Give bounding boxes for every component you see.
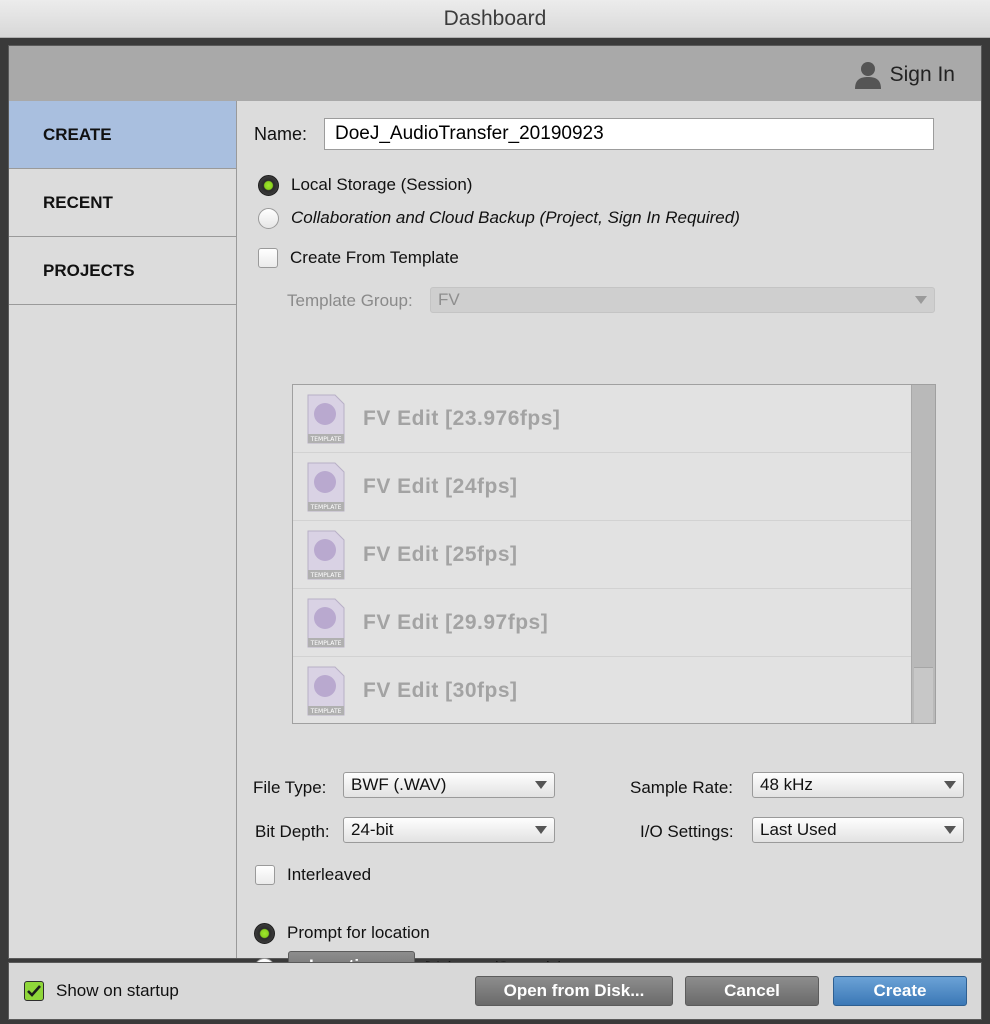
interleaved-option[interactable]: Interleaved — [255, 862, 371, 888]
template-name: FV Edit [29.97fps] — [363, 610, 549, 634]
cloud-storage-option[interactable]: Collaboration and Cloud Backup (Project,… — [258, 205, 740, 231]
show-on-startup-checkbox[interactable] — [24, 981, 44, 1001]
create-from-template-label: Create From Template — [290, 248, 459, 267]
template-row[interactable]: TEMPLATE FV Edit [25fps] — [293, 521, 935, 589]
chevron-down-icon — [535, 781, 547, 789]
sign-in-label: Sign In — [889, 63, 955, 86]
sidebar: CREATE RECENT PROJECTS — [9, 101, 237, 958]
template-badge: TEMPLATE — [310, 640, 342, 647]
file-type-value: BWF (.WAV) — [351, 775, 447, 794]
show-on-startup-option[interactable]: Show on startup — [24, 979, 179, 1003]
scrollbar-thumb[interactable] — [914, 667, 933, 723]
create-from-template-option[interactable]: Create From Template — [258, 245, 459, 271]
interleaved-checkbox[interactable] — [255, 865, 275, 885]
sample-rate-label: Sample Rate: — [630, 778, 733, 797]
template-group-select[interactable]: FV — [430, 287, 935, 313]
template-list: TEMPLATE FV Edit [23.976fps] TEMPLATE FV… — [292, 384, 936, 724]
sidebar-item-recent[interactable]: RECENT — [9, 169, 236, 237]
name-label: Name: — [254, 123, 308, 144]
cloud-storage-radio[interactable] — [258, 207, 279, 229]
show-on-startup-label: Show on startup — [56, 981, 179, 1000]
checkmark-icon — [27, 985, 41, 997]
prompt-location-radio[interactable] — [254, 922, 275, 944]
template-row[interactable]: TEMPLATE FV Edit [29.97fps] — [293, 589, 935, 657]
template-row[interactable]: TEMPLATE FV Edit [23.976fps] — [293, 385, 935, 453]
template-group-value: FV — [438, 290, 460, 309]
template-name: FV Edit [30fps] — [363, 678, 518, 702]
name-input[interactable]: DoeJ_AudioTransfer_20190923 — [324, 118, 934, 150]
bit-depth-select[interactable]: 24-bit — [343, 817, 555, 843]
file-type-label: File Type: — [253, 778, 327, 797]
file-type-select[interactable]: BWF (.WAV) — [343, 772, 555, 798]
prompt-location-label: Prompt for location — [287, 923, 430, 942]
local-storage-label: Local Storage (Session) — [291, 175, 473, 194]
template-list-scrollbar[interactable] — [911, 385, 935, 723]
chevron-down-icon — [535, 826, 547, 834]
sidebar-item-create[interactable]: CREATE — [9, 101, 236, 169]
prompt-location-option[interactable]: Prompt for location — [254, 920, 430, 946]
template-file-icon: TEMPLATE — [307, 530, 345, 579]
io-settings-label: I/O Settings: — [640, 822, 734, 841]
template-file-icon: TEMPLATE — [307, 666, 345, 715]
chevron-down-icon — [915, 296, 927, 304]
bit-depth-value: 24-bit — [351, 820, 394, 839]
cloud-storage-label: Collaboration and Cloud Backup (Project,… — [291, 208, 740, 227]
template-row[interactable]: TEMPLATE FV Edit [30fps] — [293, 657, 935, 723]
template-name: FV Edit [24fps] — [363, 474, 518, 498]
template-file-icon: TEMPLATE — [307, 462, 345, 511]
chevron-down-icon — [944, 781, 956, 789]
template-badge: TEMPLATE — [310, 436, 342, 443]
template-badge: TEMPLATE — [310, 504, 342, 511]
footer-bar: Show on startup Open from Disk... Cancel… — [8, 962, 982, 1020]
sample-rate-value: 48 kHz — [760, 775, 813, 794]
local-storage-radio[interactable] — [258, 174, 279, 196]
interleaved-label: Interleaved — [287, 865, 372, 884]
bit-depth-label: Bit Depth: — [255, 822, 330, 841]
window-title: Dashboard — [0, 0, 990, 38]
top-bar: Sign In — [9, 46, 981, 101]
io-settings-value: Last Used — [760, 820, 837, 839]
create-from-template-checkbox[interactable] — [258, 248, 278, 268]
sidebar-item-projects[interactable]: PROJECTS — [9, 237, 236, 305]
template-row[interactable]: TEMPLATE FV Edit [24fps] — [293, 453, 935, 521]
create-panel: Name: DoeJ_AudioTransfer_20190923 Local … — [238, 101, 981, 981]
template-badge: TEMPLATE — [310, 708, 342, 715]
person-icon — [854, 62, 881, 89]
template-name: FV Edit [23.976fps] — [363, 406, 561, 430]
dashboard-window: Sign In CREATE RECENT PROJECTS Name: Doe… — [8, 45, 982, 981]
template-file-icon: TEMPLATE — [307, 394, 345, 443]
chevron-down-icon — [944, 826, 956, 834]
template-file-icon: TEMPLATE — [307, 598, 345, 647]
open-from-disk-button[interactable]: Open from Disk... — [475, 976, 673, 1006]
template-group-label: Template Group: — [287, 291, 413, 310]
cancel-button[interactable]: Cancel — [685, 976, 819, 1006]
sample-rate-select[interactable]: 48 kHz — [752, 772, 964, 798]
template-name: FV Edit [25fps] — [363, 542, 518, 566]
io-settings-select[interactable]: Last Used — [752, 817, 964, 843]
create-button[interactable]: Create — [833, 976, 967, 1006]
sign-in-button[interactable]: Sign In — [854, 60, 955, 90]
template-badge: TEMPLATE — [310, 572, 342, 579]
local-storage-option[interactable]: Local Storage (Session) — [258, 172, 472, 198]
